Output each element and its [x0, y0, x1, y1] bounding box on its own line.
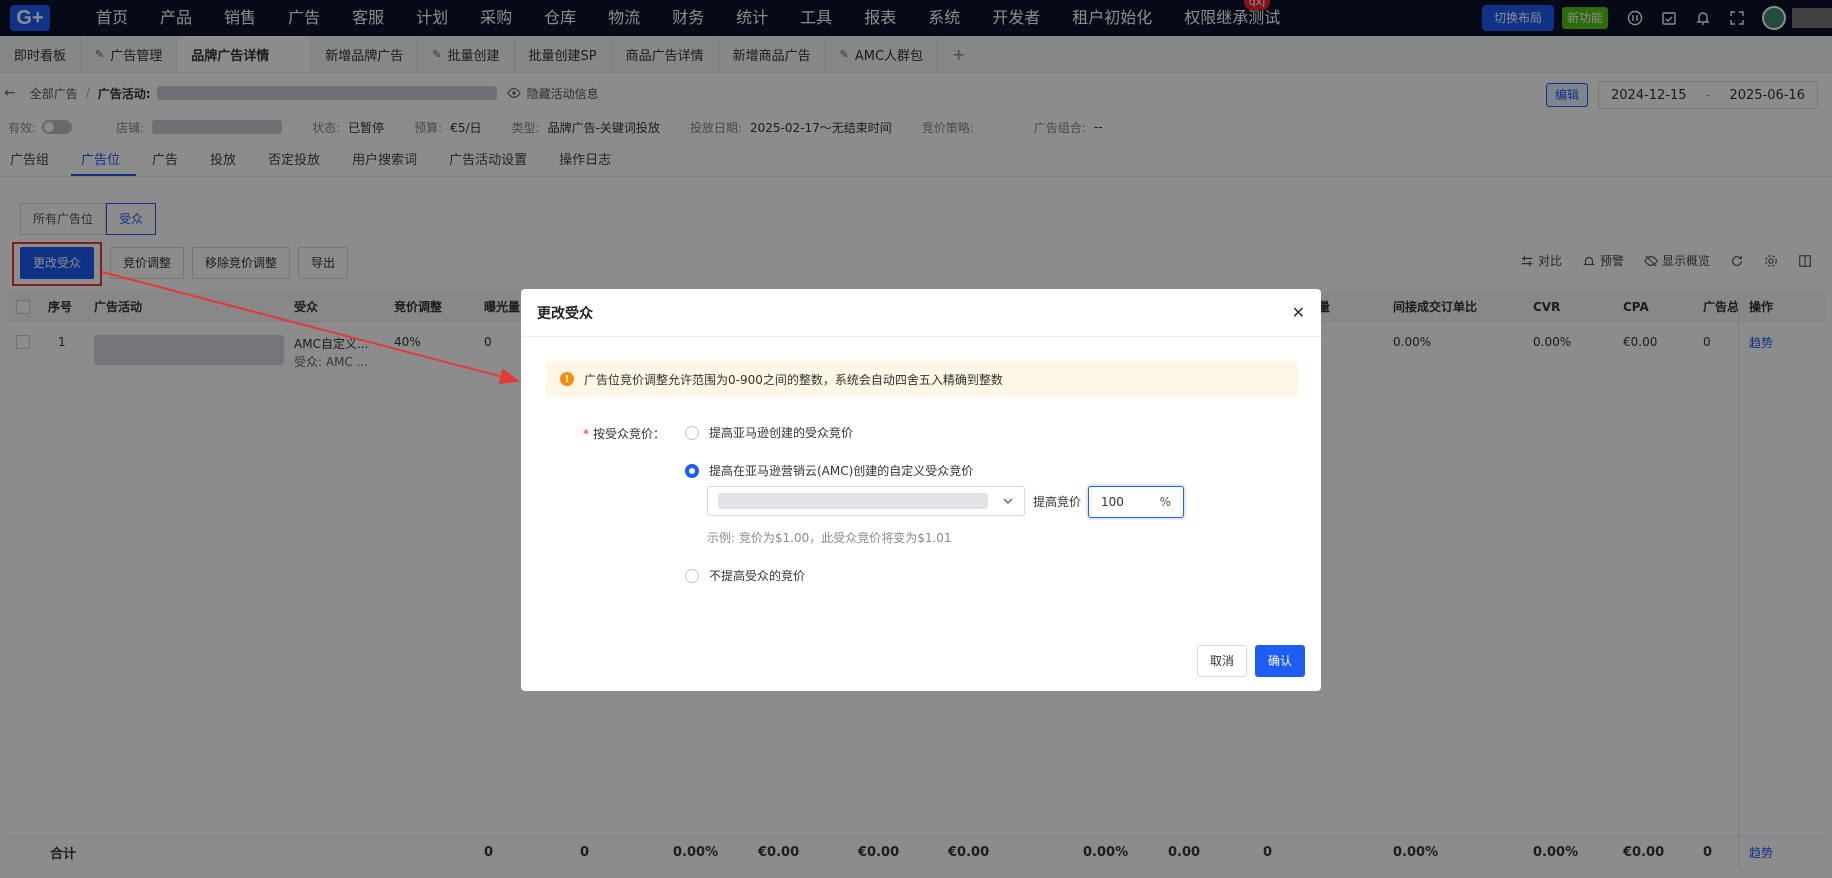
radio-no-raise[interactable] [685, 568, 699, 583]
option-amc-audience[interactable]: 提高在亚马逊营销云(AMC)创建的自定义受众竞价 [685, 462, 973, 479]
option-no-raise-label: 不提高受众的竞价 [709, 569, 806, 583]
raise-bid-input[interactable]: 100 % [1088, 486, 1184, 518]
required-asterisk: * [583, 427, 589, 441]
selected-audience-blurred [718, 493, 988, 509]
audience-bid-label-text: 按受众竞价： [593, 427, 666, 441]
option-amc-audience-label: 提高在亚马逊营销云(AMC)创建的自定义受众竞价 [709, 464, 974, 478]
bid-example-hint: 示例: 竞价为$1.00，此受众竞价将变为$1.01 [707, 531, 952, 545]
raise-bid-label: 提高竞价 [1033, 495, 1082, 509]
raise-bid-value: 100 [1101, 495, 1124, 509]
cancel-button[interactable]: 取消 [1196, 645, 1247, 677]
radio-amazon-audience[interactable] [685, 425, 699, 440]
raise-bid-unit: % [1159, 495, 1171, 509]
modal-header: 更改受众 ✕ [521, 289, 1321, 337]
option-no-raise[interactable]: 不提高受众的竞价 [685, 567, 805, 584]
option-amazon-audience[interactable]: 提高亚马逊创建的受众竞价 [685, 424, 853, 441]
alert-text: 广告位竞价调整允许范围为0-900之间的整数，系统会自动四舍五入精确到整数 [584, 372, 1003, 387]
range-alert: ! 广告位竞价调整允许范围为0-900之间的整数，系统会自动四舍五入精确到整数 [546, 361, 1298, 397]
modal-title: 更改受众 [537, 305, 593, 322]
radio-amc-audience[interactable] [685, 463, 699, 478]
audience-bid-label: * 按受众竞价： [583, 425, 665, 442]
amc-audience-select[interactable] [707, 486, 1025, 516]
modal-footer: 取消 确认 [1189, 645, 1305, 677]
chevron-down-icon [1003, 498, 1013, 504]
option-amazon-audience-label: 提高亚马逊创建的受众竞价 [709, 426, 854, 440]
change-audience-modal: 更改受众 ✕ ! 广告位竞价调整允许范围为0-900之间的整数，系统会自动四舍五… [521, 289, 1321, 691]
warning-icon: ! [560, 372, 574, 386]
close-icon[interactable]: ✕ [1292, 303, 1305, 322]
confirm-button[interactable]: 确认 [1254, 645, 1305, 677]
